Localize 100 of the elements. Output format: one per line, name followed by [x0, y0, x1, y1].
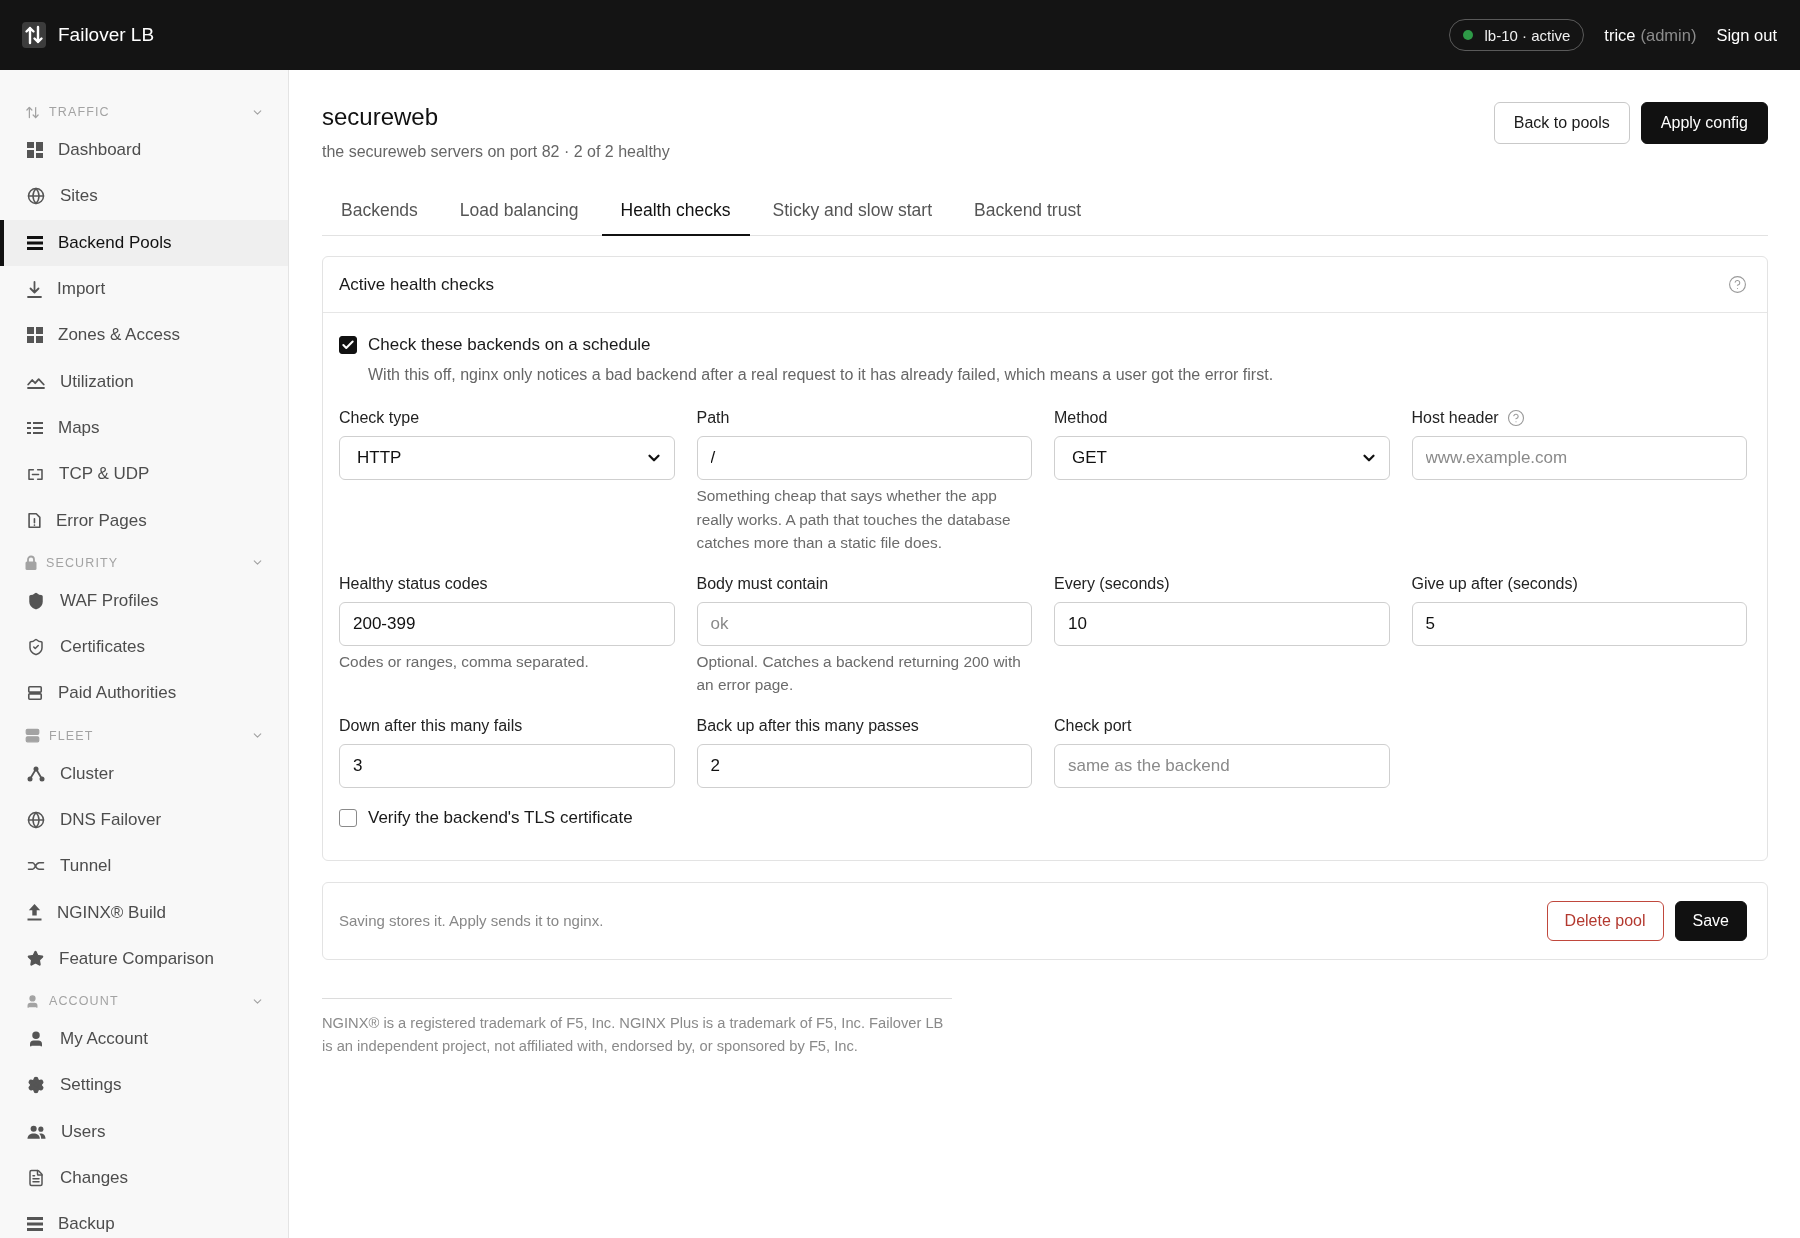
- sidebar-item[interactable]: Backend Pools: [0, 219, 288, 266]
- section-heading: FLEET: [49, 728, 95, 743]
- sidebar-item[interactable]: Zones & Access: [0, 312, 288, 359]
- tab[interactable]: Sticky and slow start: [753, 186, 951, 236]
- field-label: Give up after (seconds): [1411, 574, 1578, 593]
- sidebar-item[interactable]: Certificates: [0, 623, 288, 671]
- sidebar-item[interactable]: Import: [0, 265, 288, 313]
- field-label: Path: [696, 409, 730, 427]
- file-alert-icon: [27, 512, 41, 529]
- sidebar-item[interactable]: Paid Authorities: [0, 670, 288, 717]
- section-heading: ACCOUNT: [49, 994, 120, 1009]
- crossing-lines-icon: [27, 861, 45, 872]
- user-icon: [25, 993, 40, 1009]
- page-title: secureweb: [322, 102, 440, 132]
- grid-icon: [27, 327, 43, 344]
- save-note: Saving stores it. Apply sends it to nginx.: [339, 912, 604, 929]
- card-title: Active health checks: [339, 274, 494, 295]
- primary-button[interactable]: Apply config: [1640, 102, 1768, 144]
- globe-icon: [27, 811, 45, 829]
- sidebar-item[interactable]: Sites: [0, 173, 288, 220]
- sidebar-item[interactable]: Dashboard: [0, 127, 288, 174]
- field-label: Check port: [1054, 716, 1132, 735]
- page-subtitle: the secureweb servers on port 82 · 2 of 2 healthy: [322, 142, 670, 162]
- field-label: Body must contain: [696, 574, 829, 593]
- user-icon: [27, 1030, 45, 1049]
- sidebar-item[interactable]: My Account: [0, 1016, 288, 1063]
- help-icon[interactable]: [1728, 275, 1747, 294]
- sidebar-item[interactable]: Tunnel: [0, 843, 288, 890]
- field-label: Host header: [1411, 409, 1499, 427]
- sidebar-item[interactable]: NGINX® Build: [0, 889, 288, 936]
- list-icon: [27, 421, 43, 434]
- field-label: Every (seconds): [1054, 574, 1170, 593]
- text-field[interactable]: 10: [1054, 601, 1390, 646]
- settings-icon: [27, 1076, 45, 1095]
- field-hint: Codes or ranges, comma separated.: [339, 651, 590, 672]
- save-button[interactable]: Save: [1674, 900, 1747, 941]
- checkbox[interactable]: [339, 336, 357, 354]
- lock-icon: [25, 555, 37, 571]
- tab[interactable]: Health checks: [601, 186, 750, 236]
- stacked-boxes-icon: [27, 685, 43, 702]
- sidebar-item[interactable]: DNS Failover: [0, 796, 288, 844]
- text-field[interactable]: same as the backend: [1054, 743, 1390, 788]
- select-field[interactable]: HTTP: [339, 436, 675, 480]
- text-field[interactable]: 3: [339, 743, 675, 788]
- checkbox-label: Verify the backend's TLS certificate: [368, 807, 633, 828]
- check-icon: [341, 338, 355, 352]
- sidebar-item[interactable]: Settings: [0, 1062, 288, 1109]
- users-icon: [27, 1124, 46, 1139]
- sidebar-item[interactable]: Utilization: [0, 358, 288, 405]
- field-label: Method: [1054, 409, 1108, 427]
- field-label: Down after this many fails: [339, 716, 523, 735]
- sidebar-item[interactable]: WAF Profiles: [0, 577, 288, 624]
- checkbox-label: Check these backends on a schedule: [368, 335, 651, 355]
- help-icon[interactable]: [1506, 409, 1525, 427]
- field-hint: Optional. Catches a backend returning 200 with an error page.: [696, 651, 1022, 695]
- sidebar-item[interactable]: TCP & UDP: [0, 451, 288, 498]
- text-field[interactable]: 200-399: [339, 601, 675, 646]
- star-icon: [27, 950, 44, 968]
- sidebar-item[interactable]: Maps: [0, 404, 288, 452]
- secondary-button[interactable]: Back to pools: [1493, 102, 1630, 144]
- select-field[interactable]: GET: [1054, 436, 1390, 480]
- download-icon: [27, 280, 42, 298]
- app-name: Failover LB: [58, 24, 155, 46]
- sidebar-item[interactable]: Changes: [0, 1154, 288, 1202]
- globe-icon: [27, 187, 45, 206]
- file-text-icon: [27, 1169, 45, 1188]
- user-name: trice: [1604, 25, 1636, 45]
- text-field[interactable]: ok: [696, 601, 1032, 646]
- field-label: Back up after this many passes: [696, 716, 919, 735]
- tab[interactable]: Load balancing: [440, 186, 598, 236]
- sidebar-item[interactable]: Users: [0, 1108, 288, 1155]
- sidebar-item[interactable]: Backup: [0, 1201, 288, 1238]
- shield-check-icon: [27, 638, 45, 657]
- text-field[interactable]: www.example.com: [1411, 436, 1747, 480]
- field-label: Healthy status codes: [339, 574, 488, 593]
- section-heading: TRAFFIC: [49, 105, 111, 119]
- logo-icon: [22, 22, 46, 48]
- delete-button[interactable]: Delete pool: [1546, 900, 1664, 941]
- text-field[interactable]: /: [696, 436, 1032, 480]
- sidebar-item[interactable]: Cluster: [0, 750, 288, 797]
- dashboard-icon: [27, 142, 43, 159]
- three-bars-icon: [27, 235, 43, 250]
- tab[interactable]: Backends: [322, 186, 437, 236]
- upload-icon: [27, 904, 42, 922]
- field-label: Check type: [339, 409, 420, 427]
- text-field[interactable]: 2: [696, 743, 1032, 788]
- sidebar-item[interactable]: Feature Comparison: [0, 935, 288, 983]
- sign-out-link[interactable]: Sign out: [1716, 25, 1777, 45]
- text-field[interactable]: 5: [1411, 601, 1747, 646]
- field-hint: Something cheap that says whether the app really works. A path that touches the database catches more than a static file does.: [696, 486, 1012, 553]
- bracket-box-icon: [27, 467, 44, 481]
- section-heading: SECURITY: [46, 555, 120, 570]
- checkbox[interactable]: [339, 808, 357, 827]
- storage-icon: [27, 1217, 43, 1232]
- legal-text: NGINX® is a registered trademark of F5, Inc. NGINX Plus is a trademark of F5, Inc. Failover LB is an independent project, not affiliated with, endorsed by, or sponsored by F5, Inc.: [322, 1013, 945, 1056]
- node-graph-icon: [27, 765, 45, 782]
- checkbox-description: With this off, nginx only notices a bad backend after a real request to it has already failed, which means a user got the error first.: [368, 365, 1275, 385]
- tab[interactable]: Backend trust: [955, 186, 1100, 236]
- sidebar-item[interactable]: Error Pages: [0, 497, 288, 544]
- arrow-up-down-icon: [25, 104, 40, 120]
